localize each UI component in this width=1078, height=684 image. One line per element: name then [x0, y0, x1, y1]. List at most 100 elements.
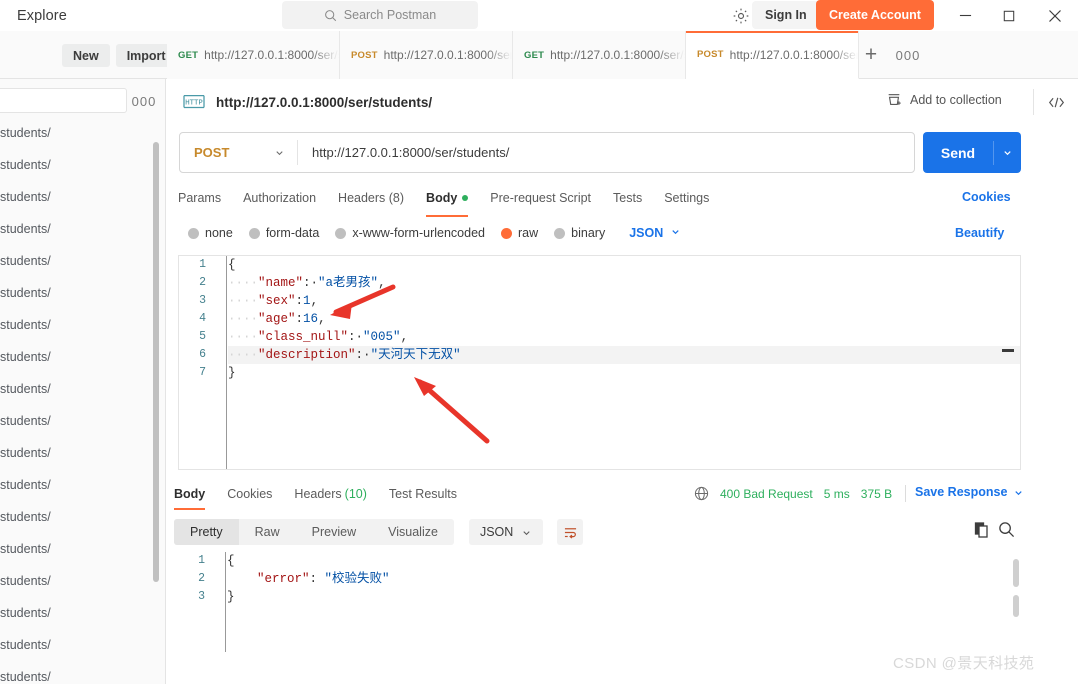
copy-icon[interactable] [973, 521, 993, 541]
meta-divider [905, 485, 907, 502]
request-tab-1[interactable]: POST http://127.0.0.1:8000/ser [340, 31, 513, 79]
sidebar-item-12[interactable]: students/ [0, 501, 165, 533]
sidebar-item-17[interactable]: students/ [0, 661, 165, 684]
sidebar-options-button[interactable]: 000 [132, 93, 156, 109]
gear-icon[interactable] [731, 6, 751, 26]
response-body-token: : [309, 572, 325, 586]
sidebar-item-label: students/ [0, 510, 51, 524]
beautify-button[interactable]: Beautify [955, 226, 1004, 240]
send-options-chevron-down-icon[interactable] [993, 140, 1021, 165]
response-tab-test-results[interactable]: Test Results [389, 483, 457, 505]
response-body-line-number: 1 [198, 554, 205, 567]
add-to-collection-button[interactable]: Add to collection [886, 92, 1002, 108]
sidebar-item-1[interactable]: students/ [0, 149, 165, 181]
radio-icon [554, 227, 566, 239]
response-view-visualize[interactable]: Visualize [372, 519, 454, 545]
response-body-viewer[interactable]: 1 2 3 { "error": "校验失败"} [178, 552, 1021, 652]
request-section-tab-pre-request-script[interactable]: Pre-request Script [490, 185, 591, 211]
body-format-value: JSON [629, 226, 664, 240]
response-scrollbar-top[interactable] [1013, 559, 1019, 587]
sidebar-search-input[interactable] [0, 88, 127, 113]
code-brackets-icon[interactable] [1043, 91, 1069, 113]
sidebar-item-2[interactable]: students/ [0, 181, 165, 213]
body-type-form-data[interactable]: form-data [248, 226, 319, 240]
request-tab-2[interactable]: GET http://127.0.0.1:8000/ser/s [513, 31, 686, 79]
request-section-tab-label: Authorization [243, 191, 317, 205]
global-search-input[interactable]: Search Postman [282, 1, 478, 29]
request-body-line: ····"name":·"a老男孩", [228, 274, 1020, 292]
sidebar-search-row: 000 [0, 83, 165, 117]
request-body-line-number: 6 [199, 348, 206, 361]
request-tab-method: POST [697, 49, 724, 60]
url-input[interactable]: http://127.0.0.1:8000/ser/students/ [298, 133, 914, 172]
response-tab-headers[interactable]: Headers (10) [294, 483, 366, 505]
request-editor-scrollbar[interactable] [1005, 257, 1014, 469]
sidebar-item-9[interactable]: students/ [0, 405, 165, 437]
sidebar-item-13[interactable]: students/ [0, 533, 165, 565]
response-view-pretty[interactable]: Pretty [174, 519, 239, 545]
request-section-tab-tests[interactable]: Tests [613, 185, 642, 211]
body-type-x-www-form-urlencoded[interactable]: x-www-form-urlencoded [335, 226, 485, 240]
request-body-token: : [295, 294, 304, 308]
response-view-preview[interactable]: Preview [296, 519, 372, 545]
response-body-code: { "error": "校验失败"} [227, 552, 1021, 606]
response-tab-body[interactable]: Body [174, 483, 206, 510]
minimize-icon[interactable] [943, 0, 987, 31]
body-format-select[interactable]: JSON [629, 224, 681, 242]
request-tab-0[interactable]: GET http://127.0.0.1:8000/ser/s [167, 31, 340, 79]
cookies-link[interactable]: Cookies [962, 190, 1011, 204]
response-tab-label: Headers [294, 487, 342, 501]
request-section-tab-headers[interactable]: Headers (8) [338, 185, 404, 211]
request-body-code[interactable]: {····"name":·"a老男孩", ····"sex":1, ····"age… [228, 256, 1020, 382]
sidebar-item-15[interactable]: students/ [0, 597, 165, 629]
sign-in-button[interactable]: Sign In [752, 1, 820, 29]
sidebar-item-8[interactable]: students/ [0, 373, 165, 405]
request-section-tab-authorization[interactable]: Authorization [243, 185, 316, 211]
request-section-tab-body[interactable]: Body [426, 185, 469, 217]
request-editor-scroll-thumb[interactable] [1005, 257, 1014, 347]
tab-options-button[interactable]: 000 [895, 45, 921, 65]
save-response-button[interactable]: Save Response [915, 485, 1024, 499]
response-tab-label: Cookies [227, 487, 273, 501]
sidebar-history-list: students/students/students/students/stud… [0, 117, 165, 684]
response-body-token [227, 572, 257, 586]
send-button[interactable]: Send [923, 145, 993, 161]
request-body-line: ····"sex":1, [228, 292, 1020, 310]
send-button-group: Send [923, 132, 1021, 173]
sidebar-item-10[interactable]: students/ [0, 437, 165, 469]
new-tab-button[interactable]: + [857, 43, 885, 66]
body-type-binary[interactable]: binary [554, 226, 605, 240]
request-tab-3[interactable]: POST http://127.0.0.1:8000/ser [686, 31, 859, 79]
explore-link[interactable]: Explore [17, 8, 67, 24]
new-button[interactable]: New [62, 44, 110, 67]
response-format-select[interactable]: JSON [468, 519, 544, 545]
word-wrap-icon[interactable] [557, 519, 584, 545]
maximize-icon[interactable] [987, 0, 1031, 31]
sidebar-item-6[interactable]: students/ [0, 309, 165, 341]
sidebar-scrollbar[interactable] [153, 142, 159, 582]
body-type-raw[interactable]: raw [501, 226, 538, 240]
sidebar-item-3[interactable]: students/ [0, 213, 165, 245]
request-body-line-number: 7 [199, 366, 206, 379]
request-section-tab-params[interactable]: Params [178, 185, 221, 211]
sidebar-item-7[interactable]: students/ [0, 341, 165, 373]
response-tab-cookies[interactable]: Cookies [227, 483, 272, 505]
sidebar-item-14[interactable]: students/ [0, 565, 165, 597]
close-icon[interactable] [1033, 0, 1077, 31]
request-section-tab-settings[interactable]: Settings [664, 185, 709, 211]
sidebar-item-16[interactable]: students/ [0, 629, 165, 661]
response-scrollbar-bottom[interactable] [1013, 595, 1019, 617]
request-body-line: ····"class_null":·"005", [228, 328, 1020, 346]
sidebar-item-0[interactable]: students/ [0, 117, 165, 149]
request-body-editor[interactable]: 1234567 {····"name":·"a老男孩", ····"sex":1,… [178, 255, 1021, 470]
sidebar-item-5[interactable]: students/ [0, 277, 165, 309]
sidebar-item-4[interactable]: students/ [0, 245, 165, 277]
request-tab-url: http://127.0.0.1:8000/ser/s [204, 48, 339, 62]
search-icon[interactable] [998, 521, 1018, 541]
response-view-raw[interactable]: Raw [239, 519, 296, 545]
body-type-none[interactable]: none [188, 226, 233, 240]
request-title: http://127.0.0.1:8000/ser/students/ [216, 94, 433, 110]
create-account-button[interactable]: Create Account [816, 0, 934, 30]
http-method-select[interactable]: POST [180, 133, 297, 172]
sidebar-item-11[interactable]: students/ [0, 469, 165, 501]
